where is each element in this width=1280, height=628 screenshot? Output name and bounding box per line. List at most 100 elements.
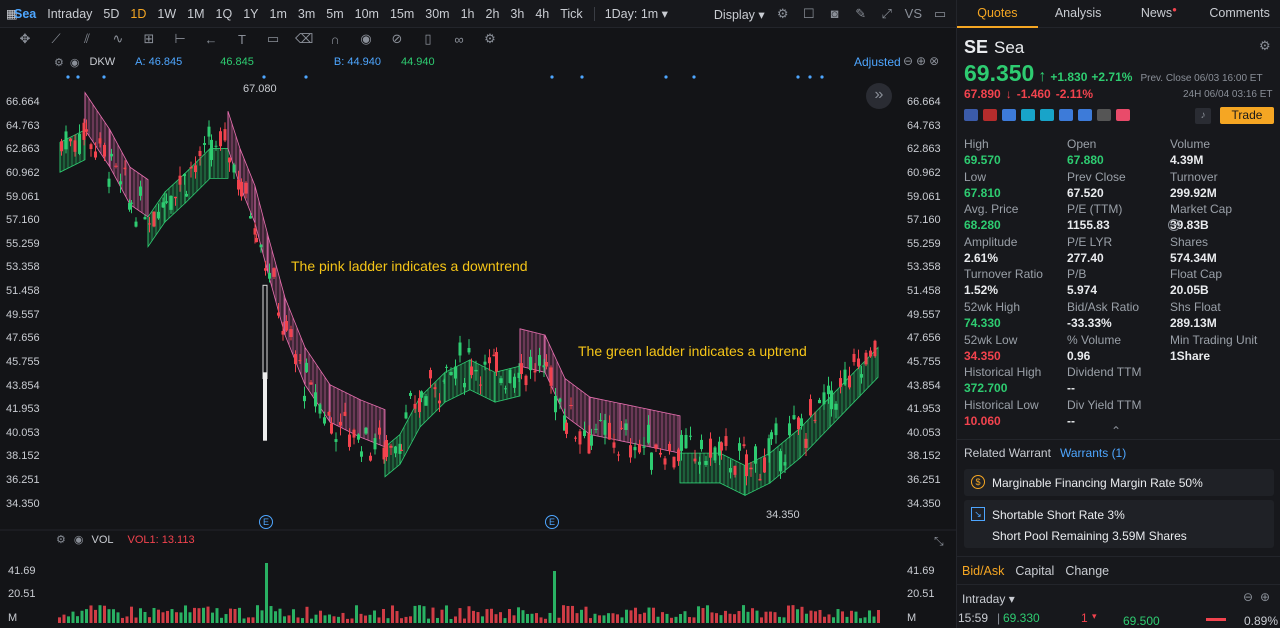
candle-body <box>804 438 808 448</box>
volume-tick-left: M <box>8 612 18 624</box>
bid-price: 69.500 <box>1123 614 1160 628</box>
candle-body <box>792 415 796 420</box>
candle-body <box>228 157 231 163</box>
heart-icon[interactable] <box>1116 109 1130 121</box>
candle-body <box>663 458 667 465</box>
volume-bar <box>697 606 700 623</box>
candle-body <box>264 268 267 271</box>
volume-name[interactable]: VOL <box>91 534 113 546</box>
volume-bar <box>121 617 124 623</box>
warrants-link[interactable]: Warrants (1) <box>1060 446 1126 460</box>
tab-news[interactable]: News● <box>1119 0 1200 28</box>
short-card[interactable]: ↘ Shortable Short Rate 3% Short Pool Rem… <box>964 500 1274 548</box>
volume-bar <box>643 612 646 623</box>
volume-bar <box>701 608 705 623</box>
volume-bar <box>422 606 426 623</box>
settings-icon[interactable]: ⚙ <box>1259 38 1271 54</box>
intraday-select[interactable]: Intraday ▾ <box>962 592 1015 606</box>
earnings-marker[interactable]: E <box>259 515 273 529</box>
volume-bar <box>292 609 295 623</box>
volume-settings-icon[interactable]: ⚙ <box>56 533 66 546</box>
volume-bar <box>283 616 286 623</box>
volume-bar <box>521 610 525 623</box>
volume-hide-icon[interactable]: ◉ <box>74 533 84 546</box>
volume-bar <box>143 612 147 623</box>
candle-body <box>693 458 697 462</box>
candle-body <box>797 417 800 430</box>
zoom-out-icon[interactable]: ⊖ <box>1243 590 1253 604</box>
stat-label: Min Trading Unit <box>1170 332 1258 347</box>
collapse-icon[interactable]: ⌃ <box>1111 424 1121 438</box>
price-tick-left: 59.061 <box>6 190 40 203</box>
tab-quotes[interactable]: Quotes <box>957 0 1038 28</box>
volume-bar <box>377 617 381 623</box>
candle-body <box>394 446 397 454</box>
candle-body <box>103 144 106 157</box>
tab-comments[interactable]: Comments <box>1199 0 1280 28</box>
volume-bar <box>841 611 844 623</box>
stats-grid: High 69.570 Open 67.880 Volume 4.39M Low 67.810… <box>964 137 1274 430</box>
candle-body <box>617 454 620 456</box>
tab-change[interactable]: Change <box>1065 564 1109 578</box>
signal-icon[interactable] <box>1040 109 1054 121</box>
volume-bar <box>809 610 813 623</box>
volume-bar <box>103 605 106 623</box>
divider <box>957 556 1280 557</box>
volume-bar <box>341 612 345 623</box>
chart-down-icon: ↘ <box>971 507 985 521</box>
volume-bar <box>301 618 304 623</box>
volume-bar <box>386 618 390 623</box>
tab-analysis[interactable]: Analysis <box>1038 0 1119 28</box>
stat-cell <box>1170 365 1274 398</box>
volume-bar <box>859 618 862 623</box>
candle-body <box>385 439 388 457</box>
stat-label: 52wk Low <box>964 332 1018 347</box>
volume-bar <box>337 616 340 623</box>
candle-body <box>78 134 81 154</box>
sg-flag-icon[interactable] <box>983 109 997 121</box>
tab-capital[interactable]: Capital <box>1015 564 1054 578</box>
tick-row: 15:59 | 69.330 1 ▾ 69.500 0.89% <box>957 610 1280 628</box>
tick-dropdown-icon[interactable]: ▾ <box>1092 611 1097 622</box>
candle-body <box>339 421 342 426</box>
stat-value: 10.060 <box>964 413 1001 428</box>
zoom-in-icon[interactable]: ⊕ <box>1260 590 1270 604</box>
price-tick: 51.458 <box>907 285 941 298</box>
candle-body <box>203 143 206 145</box>
candle-body <box>210 139 213 160</box>
more-icon[interactable]: ••• <box>1168 219 1180 231</box>
us-flag-icon[interactable] <box>964 109 978 121</box>
down-arrow-icon: ↓ <box>1005 87 1012 101</box>
volume-bar <box>814 611 817 623</box>
tag-icon[interactable] <box>1078 109 1092 121</box>
expand-icon[interactable]: ⤡ <box>934 534 944 549</box>
volume-bar <box>787 605 790 623</box>
volume-bar <box>472 610 475 623</box>
options-icon[interactable] <box>1021 109 1035 121</box>
candle-body <box>424 396 428 406</box>
high-marker-label: 67.080 <box>243 83 277 95</box>
doc-icon[interactable] <box>1097 109 1111 121</box>
candle-body <box>64 131 68 150</box>
24h-icon[interactable] <box>1002 109 1016 121</box>
price-tick-left: 49.557 <box>6 308 40 321</box>
dollar-icon[interactable] <box>1059 109 1073 121</box>
scroll-right-button[interactable]: » <box>866 83 892 109</box>
candle-body <box>633 446 637 451</box>
event-dot <box>580 75 584 79</box>
volume-bar <box>733 614 736 623</box>
company-name: Sea <box>994 38 1025 57</box>
tab-bid-ask[interactable]: Bid/Ask <box>962 564 1004 578</box>
candle-body <box>538 355 541 366</box>
candle-body <box>852 353 856 362</box>
stat-cell: P/B 5.974 <box>1067 267 1170 300</box>
divider <box>957 439 1280 440</box>
candle-body <box>327 411 331 416</box>
candle-body <box>624 423 628 430</box>
bell-icon[interactable]: ♪ <box>1195 108 1211 124</box>
trade-button[interactable]: Trade <box>1220 107 1274 124</box>
earnings-marker[interactable]: E <box>545 515 559 529</box>
candle-body <box>529 356 532 371</box>
margin-card[interactable]: $ Marginable Financing Margin Rate 50% <box>964 469 1274 496</box>
candle-body <box>642 446 646 448</box>
